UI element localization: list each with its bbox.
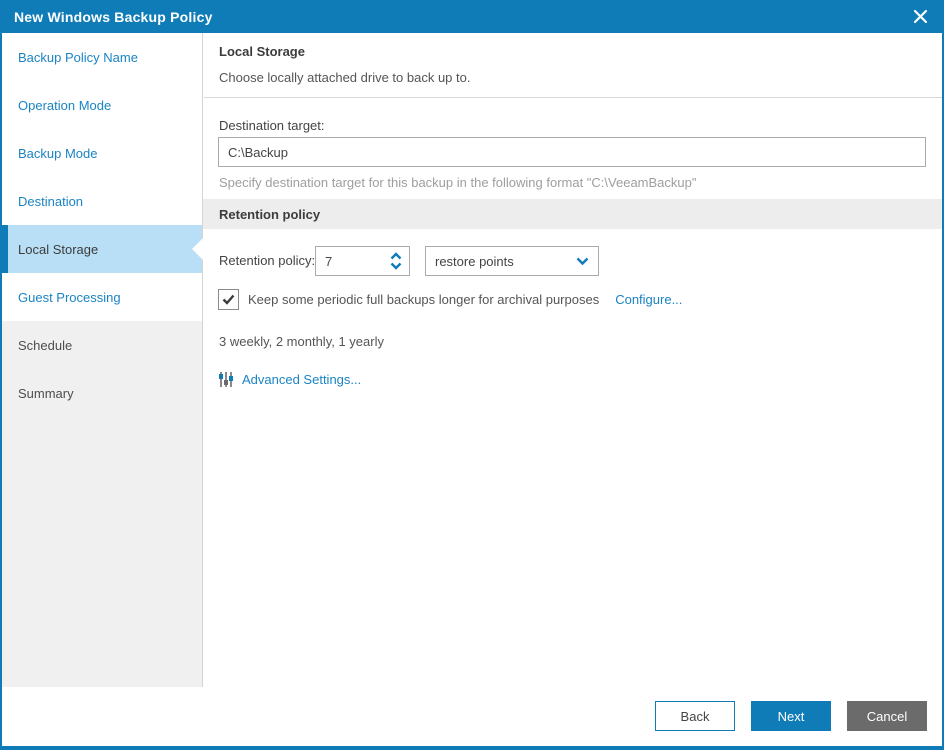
sliders-icon — [219, 372, 233, 387]
page-title: Local Storage — [219, 44, 305, 59]
wizard-steps-sidebar: Backup Policy Name Operation Mode Backup… — [2, 33, 203, 687]
title-bar: New Windows Backup Policy — [2, 0, 942, 33]
sidebar-item-operation-mode[interactable]: Operation Mode — [2, 81, 202, 129]
sidebar-item-local-storage[interactable]: Local Storage — [2, 225, 203, 273]
next-button[interactable]: Next — [751, 701, 831, 731]
retention-policy-row: Retention policy: 7 restore points — [218, 246, 927, 276]
back-button[interactable]: Back — [655, 701, 735, 731]
wizard-footer: Back Next Cancel — [2, 687, 942, 746]
retention-policy-section-header: Retention policy — [203, 199, 942, 229]
sidebar-item-backup-policy-name[interactable]: Backup Policy Name — [2, 33, 202, 81]
destination-target-input[interactable] — [218, 137, 926, 167]
retention-unit-value: restore points — [435, 253, 514, 269]
sidebar-item-backup-mode[interactable]: Backup Mode — [2, 129, 202, 177]
destination-target-label: Destination target: — [219, 118, 325, 133]
wizard-step-list: Backup Policy Name Operation Mode Backup… — [2, 33, 203, 417]
keep-full-backups-checkbox[interactable] — [218, 289, 239, 310]
retention-count-value[interactable]: 7 — [316, 254, 383, 269]
destination-target-hint: Specify destination target for this back… — [219, 175, 697, 190]
chevron-down-icon — [576, 257, 589, 265]
keep-full-backups-label: Keep some periodic full backups longer f… — [248, 292, 600, 307]
sidebar-item-schedule: Schedule — [18, 337, 73, 353]
checkmark-icon — [222, 294, 235, 305]
header-divider — [204, 97, 942, 98]
local-storage-page: Local Storage Choose locally attached dr… — [203, 33, 942, 687]
spinner-up-icon[interactable] — [390, 252, 402, 260]
retention-policy-label: Retention policy: — [219, 253, 316, 268]
retention-count-spinner[interactable]: 7 — [315, 246, 410, 276]
keep-full-backups-row: Keep some periodic full backups longer f… — [218, 289, 682, 310]
selected-step-notch — [192, 238, 203, 260]
retention-unit-dropdown[interactable]: restore points — [425, 246, 599, 276]
spinner-down-icon[interactable] — [390, 262, 402, 270]
window-title: New Windows Backup Policy — [14, 8, 213, 25]
advanced-settings-row[interactable]: Advanced Settings... — [218, 371, 361, 388]
gfs-summary-text: 3 weekly, 2 monthly, 1 yearly — [219, 334, 384, 349]
configure-link[interactable]: Configure... — [615, 292, 682, 307]
advanced-settings-link[interactable]: Advanced Settings... — [242, 372, 361, 387]
new-windows-backup-policy-dialog: New Windows Backup Policy Backup Policy … — [0, 0, 944, 750]
sidebar-item-guest-processing[interactable]: Guest Processing — [2, 273, 202, 321]
close-icon[interactable] — [908, 5, 932, 29]
sidebar-item-destination[interactable]: Destination — [2, 177, 202, 225]
sidebar-item-summary: Summary — [18, 385, 74, 401]
cancel-button[interactable]: Cancel — [847, 701, 927, 731]
page-subtitle: Choose locally attached drive to back up… — [219, 70, 471, 85]
